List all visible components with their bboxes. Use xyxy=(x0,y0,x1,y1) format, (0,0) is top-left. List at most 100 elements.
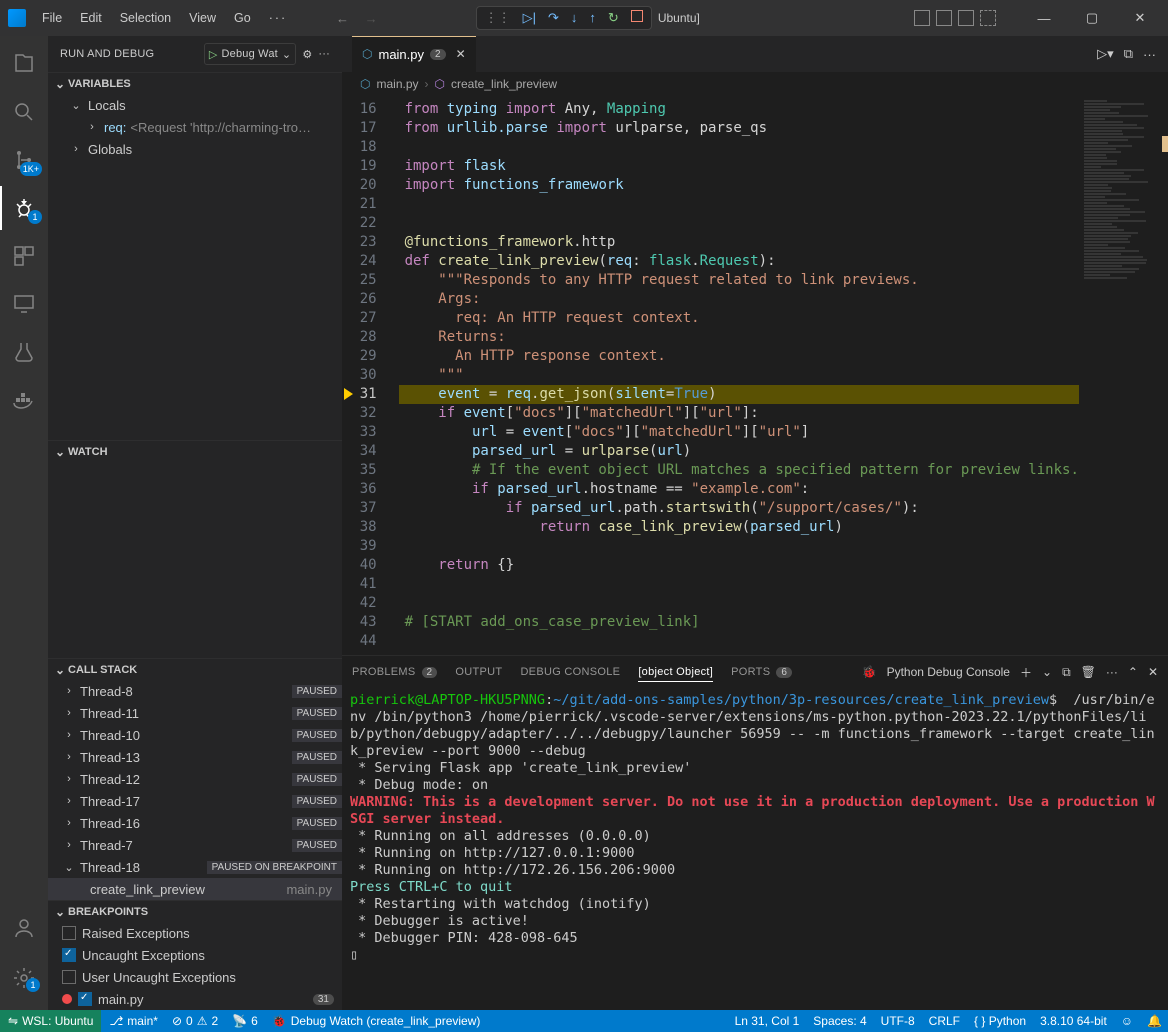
run-icon[interactable]: ▷▾ xyxy=(1097,46,1114,62)
account-icon[interactable] xyxy=(0,906,48,950)
thread-row[interactable]: ›Thread-16PAUSED xyxy=(48,812,342,834)
terminal-more-icon[interactable]: ··· xyxy=(1106,665,1118,679)
stack-frame[interactable]: create_link_previewmain.py xyxy=(48,878,342,900)
extensions-icon[interactable] xyxy=(0,234,48,278)
thread-row[interactable]: ›Thread-13PAUSED xyxy=(48,746,342,768)
language-mode[interactable]: { } Python xyxy=(974,1014,1026,1028)
close-tab-icon[interactable]: ✕ xyxy=(452,47,466,61)
checkbox[interactable] xyxy=(62,926,76,940)
checkbox[interactable] xyxy=(78,992,92,1006)
breadcrumb[interactable]: ⬡ main.py › ⬡ create_link_preview xyxy=(342,72,1168,96)
more-actions-icon[interactable]: ··· xyxy=(1143,47,1156,62)
encoding[interactable]: UTF-8 xyxy=(881,1014,915,1028)
maximize-window-button[interactable]: ▢ xyxy=(1072,6,1112,30)
breadcrumb-file[interactable]: main.py xyxy=(376,77,418,91)
search-icon[interactable] xyxy=(0,90,48,134)
thread-row[interactable]: ›Thread-11PAUSED xyxy=(48,702,342,724)
step-over-icon[interactable]: ↷ xyxy=(548,10,559,26)
thread-row[interactable]: ›Thread-12PAUSED xyxy=(48,768,342,790)
bp-raised-exceptions[interactable]: Raised Exceptions xyxy=(48,922,342,944)
menu-edit[interactable]: Edit xyxy=(72,7,110,29)
thread-row[interactable]: ›Thread-17PAUSED xyxy=(48,790,342,812)
layout-left-icon[interactable] xyxy=(914,10,930,26)
remote-explorer-icon[interactable] xyxy=(0,282,48,326)
chevron-down-icon[interactable]: ⌄ xyxy=(282,48,291,61)
bp-user-uncaught[interactable]: User Uncaught Exceptions xyxy=(48,966,342,988)
debug-more-icon[interactable]: ··· xyxy=(318,48,330,60)
testing-icon[interactable] xyxy=(0,330,48,374)
breadcrumb-symbol[interactable]: create_link_preview xyxy=(451,77,557,91)
variable-req[interactable]: ›req: <Request 'http://charming-tro… xyxy=(48,116,342,138)
locals-scope[interactable]: ⌄Locals xyxy=(48,94,342,116)
minimap[interactable] xyxy=(1079,96,1168,655)
explorer-icon[interactable] xyxy=(0,42,48,86)
tab-terminal[interactable]: [object Object] xyxy=(638,666,713,682)
problems-status[interactable]: ⊘0 ⚠2 xyxy=(172,1014,218,1028)
tab-ports[interactable]: PORTS6 xyxy=(731,666,792,678)
tab-problems[interactable]: PROBLEMS2 xyxy=(352,666,437,678)
variables-section[interactable]: ⌄VARIABLES xyxy=(48,72,342,94)
bp-uncaught-exceptions[interactable]: Uncaught Exceptions xyxy=(48,944,342,966)
terminal-kill-icon[interactable]: 🗑 xyxy=(1081,665,1096,679)
checkbox[interactable] xyxy=(62,948,76,962)
thread-row[interactable]: ›Thread-10PAUSED xyxy=(48,724,342,746)
layout-right-icon[interactable] xyxy=(958,10,974,26)
terminal-selector[interactable]: Python Debug Console xyxy=(887,665,1010,679)
menu-file[interactable]: File xyxy=(34,7,70,29)
start-debug-icon[interactable]: ▷ xyxy=(209,48,218,61)
close-window-button[interactable]: ✕ xyxy=(1120,6,1160,30)
drag-handle-icon[interactable]: ⋮⋮ xyxy=(485,10,511,26)
debug-config-selector[interactable]: ▷ Debug Wat ⌄ xyxy=(204,43,297,65)
nav-back-icon[interactable]: ← xyxy=(330,9,355,28)
editor-tab[interactable]: ⬡ main.py 2 ✕ xyxy=(352,36,477,72)
menu-selection[interactable]: Selection xyxy=(112,7,179,29)
docker-icon[interactable] xyxy=(0,378,48,422)
code-editor[interactable]: 1617181920212223242526272829303132333435… xyxy=(342,96,1168,655)
checkbox[interactable] xyxy=(62,970,76,984)
settings-gear-icon[interactable]: 1 xyxy=(0,956,48,1000)
new-terminal-icon[interactable]: ＋ xyxy=(1020,664,1032,681)
thread-row[interactable]: ›Thread-7PAUSED xyxy=(48,834,342,856)
indentation[interactable]: Spaces: 4 xyxy=(813,1014,866,1028)
source-control-icon[interactable]: 1K+ xyxy=(0,138,48,182)
remote-indicator[interactable]: ⇋ WSL: Ubuntu xyxy=(0,1010,101,1032)
menu-view[interactable]: View xyxy=(181,7,224,29)
layout-customize-icon[interactable] xyxy=(980,10,996,26)
terminal-dropdown-icon[interactable]: ⌄ xyxy=(1042,665,1052,679)
panel-close-icon[interactable]: ✕ xyxy=(1148,665,1158,679)
stop-icon[interactable] xyxy=(631,10,643,26)
globals-scope[interactable]: ›Globals xyxy=(48,138,342,160)
breakpoints-section[interactable]: ⌄BREAKPOINTS xyxy=(48,900,342,922)
thread-row[interactable]: ⌄Thread-18PAUSED ON BREAKPOINT xyxy=(48,856,342,878)
bp-mainpy[interactable]: main.py31 xyxy=(48,988,342,1010)
step-out-icon[interactable]: ↑ xyxy=(589,10,596,26)
nav-forward-icon[interactable]: → xyxy=(359,9,384,28)
panel-maximize-icon[interactable]: ⌃ xyxy=(1128,665,1138,679)
menu-overflow[interactable]: ··· xyxy=(261,7,296,29)
ports-status[interactable]: 📡6 xyxy=(232,1014,258,1028)
git-branch[interactable]: ⎇main* xyxy=(109,1014,158,1028)
minimize-window-button[interactable]: — xyxy=(1024,7,1064,30)
debug-configure-icon[interactable]: ⚙ xyxy=(302,48,312,61)
tab-debug-console[interactable]: DEBUG CONSOLE xyxy=(520,666,620,678)
continue-icon[interactable]: ▷| xyxy=(523,10,536,26)
layout-bottom-icon[interactable] xyxy=(936,10,952,26)
notifications-icon[interactable]: 🔔 xyxy=(1147,1014,1162,1028)
thread-row[interactable]: ›Thread-8PAUSED xyxy=(48,680,342,702)
feedback-icon[interactable]: ☺ xyxy=(1121,1014,1133,1028)
debug-status[interactable]: 🐞Debug Watch (create_link_preview) xyxy=(272,1014,481,1028)
run-debug-icon[interactable]: 1 xyxy=(0,186,48,230)
tab-output[interactable]: OUTPUT xyxy=(455,666,502,678)
python-interpreter[interactable]: 3.8.10 64-bit xyxy=(1040,1014,1107,1028)
step-into-icon[interactable]: ↓ xyxy=(571,10,578,26)
terminal-output[interactable]: pierrick@LAPTOP-HKU5PNNG:~/git/add-ons-s… xyxy=(342,688,1168,1010)
watch-section[interactable]: ⌄WATCH xyxy=(48,440,342,462)
cursor-position[interactable]: Ln 31, Col 1 xyxy=(735,1014,800,1028)
restart-icon[interactable]: ↻ xyxy=(608,10,619,26)
menu-go[interactable]: Go xyxy=(226,7,259,29)
terminal-split-icon[interactable]: ⧉ xyxy=(1062,665,1071,680)
eol[interactable]: CRLF xyxy=(929,1014,960,1028)
code[interactable]: from typing import Any, Mappingfrom urll… xyxy=(399,96,1079,655)
callstack-section[interactable]: ⌄CALL STACK xyxy=(48,658,342,680)
split-editor-icon[interactable]: ⧉ xyxy=(1124,46,1133,62)
